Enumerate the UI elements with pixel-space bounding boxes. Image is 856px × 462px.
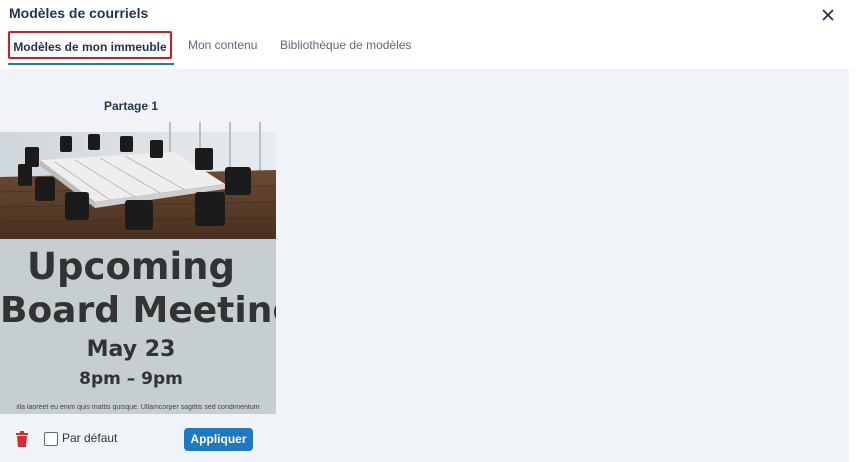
tab-bibliotheque-modeles[interactable]: Bibliothèque de modèles: [280, 31, 411, 59]
close-icon[interactable]: [819, 6, 837, 24]
tab-bar: Modèles de mon immeuble Mon contenu Bibl…: [0, 31, 856, 67]
poster-date: May 23: [86, 337, 176, 362]
tab-mon-contenu[interactable]: Mon contenu: [188, 31, 257, 59]
boardroom-photo: [0, 122, 276, 239]
apply-button[interactable]: Appliquer: [184, 428, 253, 451]
default-checkbox[interactable]: [44, 432, 58, 446]
poster-time: 8pm – 9pm: [79, 369, 183, 389]
poster-headline-line1: Upcoming: [27, 245, 235, 288]
template-card-actions: Par défaut Appliquer: [0, 427, 300, 451]
template-gallery: Partage 1 Upcoming Board Meeting May 23 …: [0, 69, 849, 462]
poster-text-area: Upcoming Board Meeting May 23 8pm – 9pm …: [0, 239, 276, 414]
poster-headline-line2: Board Meeting: [0, 290, 276, 331]
page-title: Modèles de courriels: [9, 5, 149, 21]
poster-body-text: illa laoreet eu enim quis mattis quisque…: [16, 404, 260, 411]
template-card-title: Partage 1: [103, 99, 159, 113]
trash-icon[interactable]: [15, 431, 29, 447]
active-tab-indicator: [8, 63, 174, 65]
tab-modeles-immeuble[interactable]: Modèles de mon immeuble: [8, 31, 172, 59]
default-checkbox-label: Par défaut: [62, 431, 118, 445]
template-thumbnail[interactable]: Upcoming Board Meeting May 23 8pm – 9pm …: [0, 122, 276, 414]
